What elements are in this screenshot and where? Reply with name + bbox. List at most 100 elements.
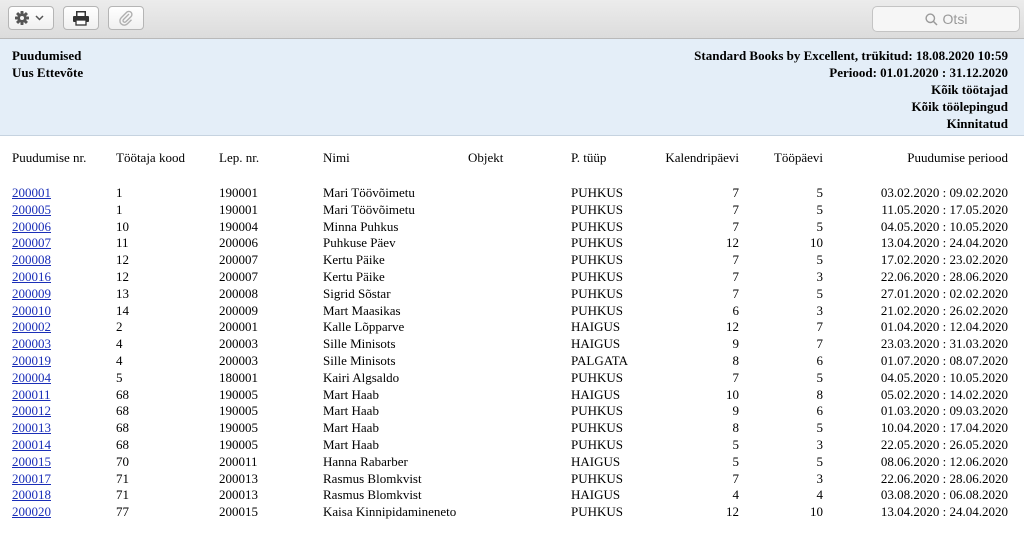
absence-nr-link[interactable]: 200012 <box>12 403 51 419</box>
absence-nr-link[interactable]: 200010 <box>12 303 51 319</box>
period-info: Periood: 01.01.2020 : 31.12.2020 <box>829 65 1008 80</box>
calendar-days-cell: 8 <box>732 353 740 368</box>
employee-code-cell: 4 <box>116 336 123 352</box>
work-days-cell: 10 <box>810 504 823 520</box>
absence-nr-link[interactable]: 200007 <box>12 235 51 251</box>
name-cell: Kertu Päike <box>323 269 385 284</box>
col-name: Nimi <box>323 150 350 165</box>
work-days-cell: 5 <box>816 252 824 268</box>
contract-nr-cell: 200003 <box>219 353 258 368</box>
table-row: 200012 68 190005 Mart Haab PUHKUS 9 6 01.03.202… <box>0 403 1024 420</box>
table-row: 200015 70 200011 Hanna Rabarber HAIGUS 5 5 08.0… <box>0 454 1024 471</box>
name-cell: Sille Minisots <box>323 336 396 352</box>
absence-nr-link[interactable]: 200005 <box>12 202 51 218</box>
col-calendar-days: Kalendripäevi <box>665 150 739 165</box>
absence-nr-link[interactable]: 200016 <box>12 269 51 285</box>
absence-nr-link[interactable]: 200019 <box>12 353 51 369</box>
absence-nr-link[interactable]: 200013 <box>12 420 51 436</box>
col-absence-nr: Puudumise nr. <box>12 150 87 165</box>
employee-code-cell: 10 <box>116 218 129 234</box>
name-cell: Mart Haab <box>323 403 379 419</box>
absence-type-cell: PALGATA <box>571 353 628 368</box>
contract-nr-cell: 200001 <box>219 319 258 335</box>
contract-nr-cell: 200007 <box>219 269 258 284</box>
calendar-days-cell: 12 <box>726 504 739 520</box>
name-cell: Rasmus Blomkvist <box>323 487 422 503</box>
name-cell: Hanna Rabarber <box>323 453 408 469</box>
search-input[interactable]: Otsi <box>872 6 1020 32</box>
work-days-cell: 6 <box>816 403 824 419</box>
work-days-cell: 3 <box>816 269 824 284</box>
employee-code-cell: 68 <box>116 386 129 402</box>
absence-type-cell: PUHKUS <box>571 420 624 436</box>
absence-period-cell: 01.03.2020 : 09.03.2020 <box>880 403 1008 419</box>
table-row: 200020 77 200015 Kaisa Kinnipidamineneto PUH… <box>0 504 1024 521</box>
employee-code-cell: 1 <box>116 201 123 217</box>
print-button[interactable] <box>63 6 99 30</box>
absence-nr-link[interactable]: 200009 <box>12 286 51 302</box>
absence-nr-link[interactable]: 200006 <box>12 219 51 235</box>
absence-period-cell: 04.05.2020 : 10.05.2020 <box>880 218 1008 234</box>
employee-code-cell: 12 <box>116 252 129 268</box>
work-days-cell: 5 <box>816 285 824 301</box>
employee-code-cell: 11 <box>116 235 129 251</box>
work-days-cell: 4 <box>816 487 824 503</box>
work-days-cell: 5 <box>816 420 824 436</box>
col-absence-period: Puudumise periood <box>907 150 1008 165</box>
contract-nr-cell: 180001 <box>219 369 258 385</box>
col-absence-type: P. tüüp <box>571 150 607 165</box>
absence-nr-link[interactable]: 200004 <box>12 370 51 386</box>
status-filter: Kinnitatud <box>946 116 1008 131</box>
absence-nr-link[interactable]: 200003 <box>12 336 51 352</box>
table-row: 200001 1 190001 Mari Töövõimetu PUHKUS 7 5 03.0… <box>0 185 1024 202</box>
work-days-cell: 7 <box>816 319 824 335</box>
chevron-down-icon <box>35 15 44 21</box>
table-header: Puudumise nr. Töötaja kood Lep. nr. Nimi… <box>0 150 1024 167</box>
absence-type-cell: PUHKUS <box>571 302 624 318</box>
work-days-cell: 5 <box>816 185 824 200</box>
col-work-days: Tööpäevi <box>773 150 823 165</box>
calendar-days-cell: 7 <box>732 252 740 268</box>
toolbar: Otsi <box>0 0 1024 39</box>
table-row: 200010 14 200009 Mart Maasikas PUHKUS 6 3 21.02… <box>0 303 1024 320</box>
contract-nr-cell: 200011 <box>219 453 258 469</box>
contract-nr-cell: 200006 <box>219 235 258 251</box>
absence-nr-link[interactable]: 200020 <box>12 504 51 520</box>
calendar-days-cell: 7 <box>732 201 740 217</box>
employee-code-cell: 12 <box>116 269 129 284</box>
table-row: 200009 13 200008 Sigrid Sõstar PUHKUS 7 5 27.01… <box>0 286 1024 303</box>
settings-menu-button[interactable] <box>8 6 54 30</box>
absence-nr-link[interactable]: 200014 <box>12 437 51 453</box>
absence-nr-link[interactable]: 200002 <box>12 319 51 335</box>
absence-nr-link[interactable]: 200018 <box>12 487 51 503</box>
work-days-cell: 5 <box>816 218 824 234</box>
calendar-days-cell: 7 <box>732 218 740 234</box>
absence-nr-link[interactable]: 200017 <box>12 471 51 487</box>
absence-period-cell: 03.08.2020 : 06.08.2020 <box>880 487 1008 503</box>
absence-period-cell: 27.01.2020 : 02.02.2020 <box>880 285 1008 301</box>
contract-nr-cell: 190005 <box>219 437 258 452</box>
gear-icon <box>15 11 44 25</box>
absence-period-cell: 05.02.2020 : 14.02.2020 <box>880 386 1008 402</box>
calendar-days-cell: 6 <box>732 302 740 318</box>
absence-nr-link[interactable]: 200008 <box>12 252 51 268</box>
absence-type-cell: PUHKUS <box>571 504 624 520</box>
absence-nr-link[interactable]: 200001 <box>12 185 51 201</box>
attach-button[interactable] <box>108 6 144 30</box>
absence-type-cell: PUHKUS <box>571 470 624 486</box>
table-row: 200016 12 200007 Kertu Päike PUHKUS 7 3 22.06.2… <box>0 269 1024 286</box>
calendar-days-cell: 8 <box>732 420 740 436</box>
absence-type-cell: HAIGUS <box>571 487 621 503</box>
name-cell: Mari Töövõimetu <box>323 185 415 200</box>
table-row: 200017 71 200013 Rasmus Blomkvist PUHKUS 7 3 22… <box>0 471 1024 488</box>
table-row: 200002 2 200001 Kalle Lõpparve HAIGUS 12 7 01.0… <box>0 319 1024 336</box>
absence-period-cell: 03.02.2020 : 09.02.2020 <box>880 185 1008 200</box>
employee-code-cell: 4 <box>116 353 123 368</box>
search-icon <box>924 12 938 26</box>
absence-nr-link[interactable]: 200011 <box>12 387 51 403</box>
absence-period-cell: 22.06.2020 : 28.06.2020 <box>880 269 1008 284</box>
col-contract-nr: Lep. nr. <box>219 150 260 165</box>
work-days-cell: 3 <box>816 470 824 486</box>
absence-nr-link[interactable]: 200015 <box>12 454 51 470</box>
company-name: Uus Ettevõte <box>12 65 84 80</box>
